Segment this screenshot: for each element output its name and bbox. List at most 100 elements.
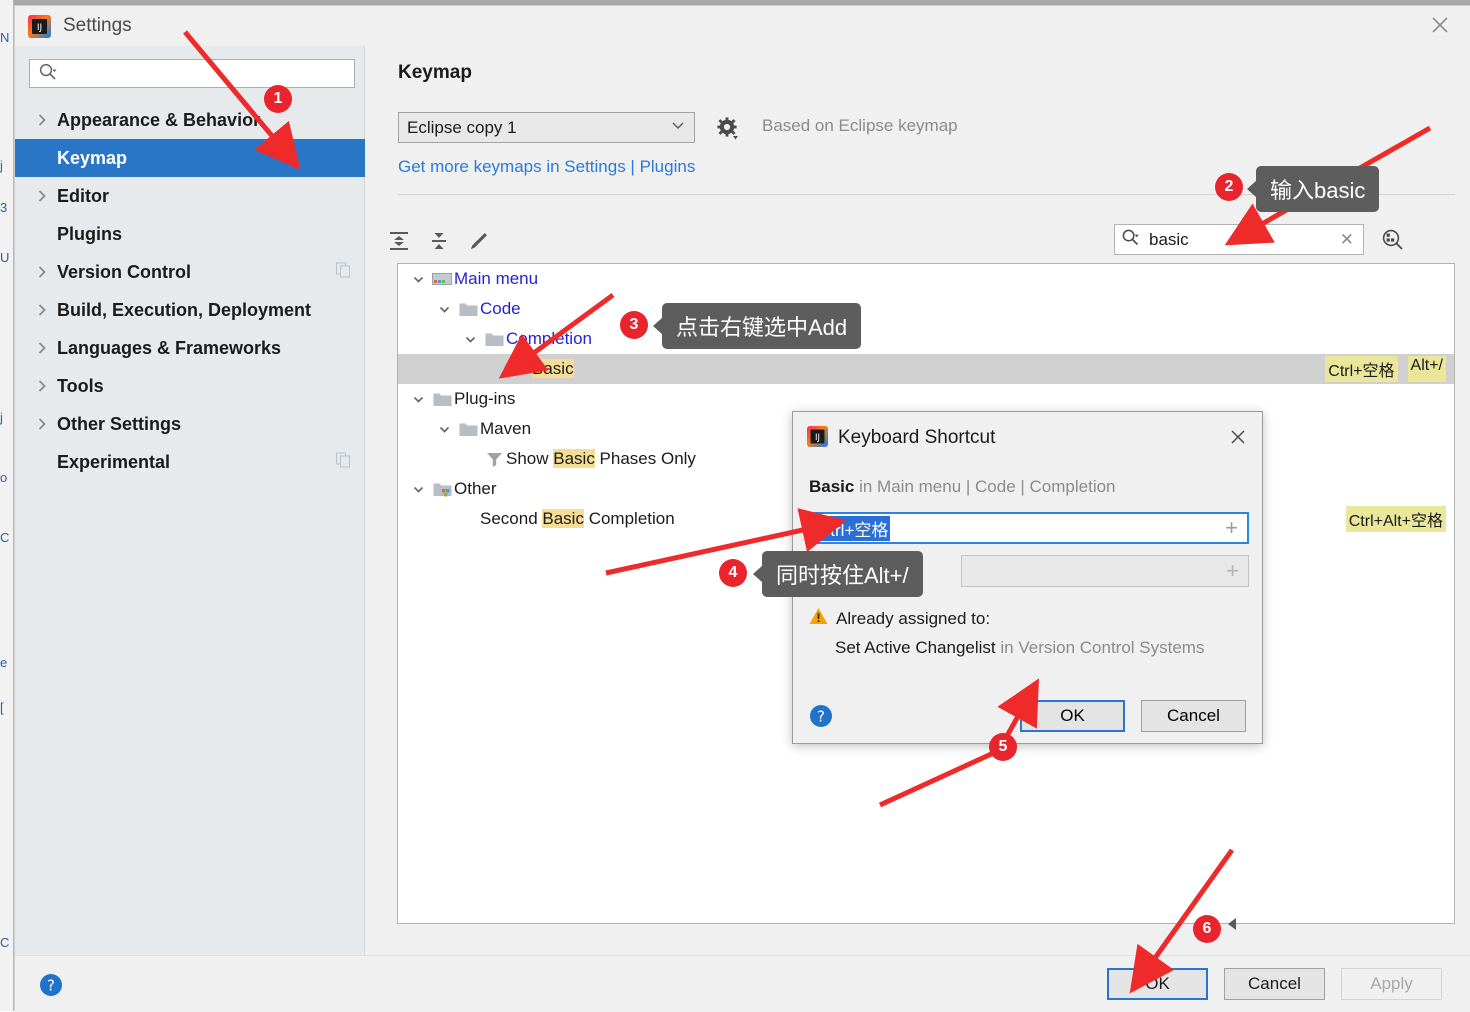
chevron-right-icon[interactable] — [35, 113, 57, 127]
chevron-right-icon[interactable] — [35, 303, 57, 317]
ok-button[interactable]: OK — [1107, 968, 1208, 1000]
plus-icon[interactable]: + — [1226, 560, 1239, 582]
chevron-down-icon[interactable] — [406, 483, 430, 496]
chevron-down-icon[interactable] — [432, 423, 456, 436]
shortcut-chip: Ctrl+Alt+空格 — [1345, 506, 1446, 532]
close-icon[interactable] — [1224, 424, 1252, 450]
shortcut-context-label: Basic in Main menu | Code | Completion — [809, 477, 1116, 497]
shortcut-action-path: in Main menu | Code | Completion — [854, 477, 1116, 496]
search-icon — [1121, 228, 1140, 252]
sidebar-item-label: Experimental — [57, 451, 171, 472]
conflict-warning: Already assigned to: — [809, 607, 990, 630]
get-more-keymaps-link[interactable]: Get more keymaps in Settings | Plugins — [398, 157, 695, 177]
page-title: Keymap — [398, 62, 472, 83]
copy-settings-icon[interactable] — [336, 262, 351, 283]
close-icon[interactable] — [1417, 6, 1463, 44]
svg-text:IJ: IJ — [37, 23, 42, 33]
tree-row-label: Other — [454, 479, 497, 498]
sidebar-item-languages-frameworks[interactable]: Languages & Frameworks — [15, 329, 365, 367]
chevron-right-icon[interactable] — [35, 341, 57, 355]
copy-settings-icon[interactable] — [336, 452, 351, 473]
tree-row[interactable]: Basic Ctrl+空格 Alt+/ — [398, 354, 1454, 384]
conflicting-action-scope: in Version Control Systems — [995, 638, 1205, 657]
conflict-warning-text: Already assigned to: — [836, 608, 991, 628]
conflicting-action: Set Active Changelist in Version Control… — [835, 638, 1204, 658]
chevron-down-icon[interactable] — [406, 273, 430, 286]
chevron-down-icon[interactable] — [458, 333, 482, 346]
chevron-down-icon[interactable] — [406, 393, 430, 406]
sidebar-item-label: Other Settings — [57, 413, 182, 434]
chevron-right-icon[interactable] — [35, 417, 57, 431]
based-on-label: Based on Eclipse keymap — [762, 116, 958, 135]
tree-row[interactable]: Completion — [398, 324, 1454, 354]
tree-row-label: Main menu — [454, 269, 539, 288]
second-stroke-input[interactable]: + — [961, 555, 1249, 587]
other-nodes-icon — [430, 481, 454, 497]
title-bar: IJ Settings — [15, 6, 1470, 46]
sidebar-item-editor[interactable]: Editor — [15, 177, 365, 215]
sidebar-item-appearance-behavior[interactable]: Appearance & Behavior — [15, 101, 365, 139]
sidebar-item-keymap[interactable]: Keymap — [15, 139, 365, 177]
cancel-button[interactable]: Cancel — [1224, 968, 1325, 1000]
apply-button[interactable]: Apply — [1341, 968, 1442, 1000]
gear-icon[interactable] — [715, 116, 741, 142]
svg-text:?: ? — [47, 977, 55, 995]
svg-text:IJ: IJ — [815, 433, 820, 443]
dialog-footer: ? OK Cancel Apply — [15, 955, 1470, 1012]
sidebar-item-label: Tools — [57, 375, 104, 396]
second-stroke-label: Second stroke: — [809, 561, 923, 580]
sidebar-item-plugins[interactable]: Plugins — [15, 215, 365, 253]
sidebar-item-label: Keymap — [57, 147, 128, 168]
sidebar-item-tools[interactable]: Tools — [15, 367, 365, 405]
pencil-edit-icon[interactable] — [462, 224, 496, 258]
folder-icon — [430, 391, 454, 407]
shortcut-search-input[interactable]: basic ✕ — [1114, 224, 1364, 255]
sidebar-item-label: Appearance & Behavior — [57, 109, 261, 130]
tree-row-shortcuts: Ctrl+空格 Alt+/ — [1325, 356, 1446, 382]
intellij-logo-icon: IJ — [807, 426, 828, 447]
chevron-right-icon[interactable] — [35, 379, 57, 393]
tree-row-label: Completion — [506, 329, 592, 348]
collapse-all-icon[interactable] — [422, 224, 456, 258]
help-circle-icon[interactable]: ? — [809, 704, 833, 728]
clear-x-icon[interactable]: ✕ — [1340, 230, 1354, 250]
collapse-left-arrow-icon[interactable] — [1225, 916, 1239, 937]
window-title: Settings — [63, 15, 132, 36]
dialog-title: Keyboard Shortcut — [838, 427, 996, 448]
tree-row-label: Basic — [532, 359, 574, 378]
tree-row-label: Show Basic Phases Only — [506, 449, 696, 468]
chevron-down-icon[interactable] — [432, 303, 456, 316]
chevron-right-icon[interactable] — [35, 189, 57, 203]
expand-all-icon[interactable] — [382, 224, 416, 258]
find-by-shortcut-icon[interactable] — [1378, 226, 1406, 254]
tree-row[interactable]: Main menu — [398, 264, 1454, 294]
tree-row-label: Code — [480, 299, 521, 318]
intellij-logo-icon: IJ — [28, 15, 51, 38]
help-circle-icon[interactable]: ? — [39, 973, 63, 997]
filter-icon — [482, 451, 506, 467]
sidebar-item-label: Version Control — [57, 261, 192, 282]
sidebar-item-build-execution-deployment[interactable]: Build, Execution, Deployment — [15, 291, 365, 329]
sidebar-item-version-control[interactable]: Version Control — [15, 253, 365, 291]
shortcut-search-value: basic — [1149, 229, 1189, 249]
sidebar-item-other-settings[interactable]: Other Settings — [15, 405, 365, 443]
sidebar-search-input[interactable] — [29, 59, 355, 88]
tree-row[interactable]: Code — [398, 294, 1454, 324]
shortcut-chip: Ctrl+空格 — [1325, 356, 1398, 382]
dialog-cancel-button[interactable]: Cancel — [1141, 700, 1246, 732]
first-stroke-input[interactable]: Ctrl+空格 + — [809, 512, 1249, 544]
settings-sidebar: Appearance & Behavior Keymap Editor Plugins… — [15, 46, 365, 955]
dialog-ok-button[interactable]: OK — [1020, 700, 1125, 732]
tree-row-label: Second Basic Completion — [480, 509, 675, 528]
sidebar-item-experimental[interactable]: Experimental — [15, 443, 365, 481]
tree-row[interactable]: Plug-ins — [398, 384, 1454, 414]
plus-icon[interactable]: + — [1225, 517, 1238, 539]
keymap-select[interactable]: Eclipse copy 1 — [398, 112, 695, 143]
conflicting-action-name: Set Active Changelist — [835, 638, 996, 657]
sidebar-item-label: Languages & Frameworks — [57, 337, 282, 358]
tree-row-label: Maven — [480, 419, 532, 438]
sidebar-item-label: Editor — [57, 185, 109, 206]
chevron-right-icon[interactable] — [35, 265, 57, 279]
tree-row-label: Plug-ins — [454, 389, 516, 408]
sidebar-item-label: Build, Execution, Deployment — [57, 299, 312, 320]
